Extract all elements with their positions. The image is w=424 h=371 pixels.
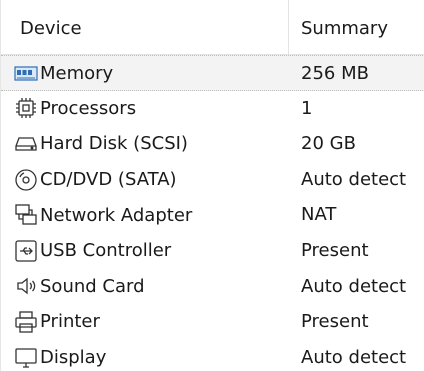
device-summary: Present [301,239,369,261]
table-header: Device Summary [1,0,424,55]
memory-icon [14,62,38,86]
device-name: Sound Card [40,275,145,297]
device-row-sound-card[interactable]: Sound Card Auto detect [1,269,424,305]
device-summary: 256 MB [301,63,369,84]
device-name: Memory [40,63,114,85]
device-row-cd-dvd[interactable]: CD/DVD (SATA) Auto detect [1,162,424,198]
monitor-icon [14,346,38,370]
device-name: Printer [40,311,100,333]
device-summary: NAT [301,204,337,226]
network-adapter-icon [14,203,38,227]
column-header-summary[interactable]: Summary [301,0,424,54]
device-name: Network Adapter [40,204,193,226]
device-row-hard-disk[interactable]: Hard Disk (SCSI) 20 GB [1,126,424,162]
hard-disk-icon [14,132,38,156]
device-cell: Sound Card [14,269,145,305]
device-summary: Auto detect [301,275,407,297]
hardware-device-list: Device Summary Memory 256 MB Processors … [0,0,424,371]
device-row-processors[interactable]: Processors 1 [1,91,424,127]
device-cell: Processors [14,91,136,127]
device-name: Hard Disk (SCSI) [40,133,188,155]
device-cell: Network Adapter [14,197,192,233]
device-name: Display [40,347,107,369]
device-row-display[interactable]: Display Auto detect [1,340,424,371]
device-row-network-adapter[interactable]: Network Adapter NAT [1,197,424,233]
device-row-memory[interactable]: Memory 256 MB [1,55,424,91]
device-name: CD/DVD (SATA) [40,169,177,191]
device-cell: Hard Disk (SCSI) [14,126,188,162]
speaker-icon [14,274,38,298]
column-separator[interactable] [288,0,289,54]
device-cell: USB Controller [14,233,171,269]
device-rows: Memory 256 MB Processors 1 Hard Disk (SC… [1,55,424,371]
usb-icon [14,239,38,263]
processor-icon [14,96,38,120]
device-cell: Printer [14,304,100,340]
cd-dvd-icon [14,168,38,192]
device-cell: Display [14,340,106,371]
device-row-printer[interactable]: Printer Present [1,304,424,340]
device-name: USB Controller [40,240,172,262]
printer-icon [14,310,38,334]
column-header-device[interactable]: Device [20,0,285,54]
device-summary: Auto detect [301,346,407,368]
device-cell: CD/DVD (SATA) [14,162,177,198]
device-summary: 1 [301,97,313,119]
device-name: Processors [40,97,137,119]
device-cell: Memory [14,56,113,92]
device-summary: Present [301,311,369,333]
device-summary: 20 GB [301,133,356,155]
device-row-usb-controller[interactable]: USB Controller Present [1,233,424,269]
device-summary: Auto detect [301,168,407,190]
